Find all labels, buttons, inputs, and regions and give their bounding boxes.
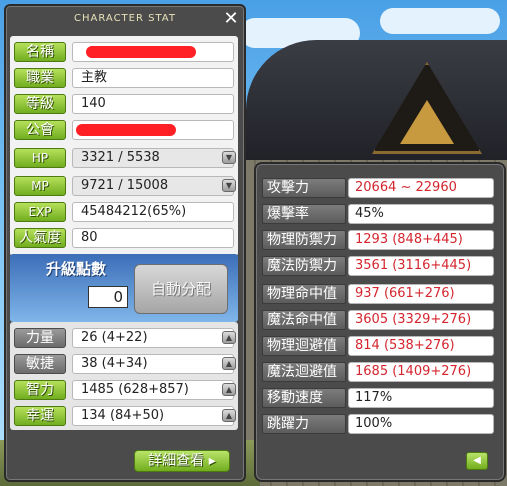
- close-icon[interactable]: ✕: [222, 10, 240, 28]
- value-level: 140: [72, 94, 234, 114]
- detail-value: 117%: [348, 388, 494, 408]
- detail-row-macc: 魔法命中值 3605 (3329+276): [262, 310, 494, 330]
- str-increase-button[interactable]: ▲: [222, 331, 236, 344]
- info-row-job: 職業 主教: [12, 68, 240, 88]
- auto-assign-button[interactable]: 自動分配: [134, 264, 228, 314]
- label-hp: HP: [14, 148, 66, 168]
- detail-row-speed: 移動速度 117%: [262, 388, 494, 408]
- detail-row-wdef: 物理防禦力 1293 (848+445): [262, 230, 494, 250]
- info-row-fame: 人氣度 80: [12, 228, 240, 248]
- detail-value: 3561 (3116+445): [348, 256, 494, 276]
- detail-view-button[interactable]: 詳細查看 ▸: [134, 450, 230, 472]
- info-row-exp: EXP 45484212(65%): [12, 202, 240, 222]
- detail-row-wacc: 物理命中值 937 (661+276): [262, 284, 494, 304]
- detail-label: 魔法迴避值: [262, 362, 346, 382]
- detail-row-wavoid: 物理迴避值 814 (538+276): [262, 336, 494, 356]
- stat-row-str: 力量 26 (4+22) ▲: [12, 328, 240, 348]
- detail-label: 物理迴避值: [262, 336, 346, 356]
- detail-value: 100%: [348, 414, 494, 434]
- info-row-level: 等級 140: [12, 94, 240, 114]
- detail-row-attack: 攻擊力 20664 ~ 22960: [262, 178, 494, 198]
- detail-label: 爆擊率: [262, 204, 346, 224]
- label-dex: 敏捷: [14, 354, 66, 374]
- label-str: 力量: [14, 328, 66, 348]
- detail-value: 45%: [348, 204, 494, 224]
- label-exp: EXP: [14, 202, 66, 222]
- value-fame: 80: [72, 228, 234, 248]
- label-level: 等級: [14, 94, 66, 114]
- detail-value: 20664 ~ 22960: [348, 178, 494, 198]
- stat-row-int: 智力 1485 (628+857) ▲: [12, 380, 240, 400]
- detail-value: 3605 (3329+276): [348, 310, 494, 330]
- detail-label: 魔法防禦力: [262, 256, 346, 276]
- value-dex: 38 (4+34): [72, 354, 234, 374]
- stat-row-dex: 敏捷 38 (4+34) ▲: [12, 354, 240, 374]
- label-job: 職業: [14, 68, 66, 88]
- value-luk: 134 (84+50): [72, 406, 234, 426]
- detail-label: 物理防禦力: [262, 230, 346, 250]
- label-mp: MP: [14, 176, 66, 196]
- detail-value: 1293 (848+445): [348, 230, 494, 250]
- redacted-mark: [76, 124, 176, 136]
- value-hp: 3321 / 5538: [72, 148, 234, 168]
- info-row-name: 名稱: [12, 42, 240, 62]
- detail-label: 攻擊力: [262, 178, 346, 198]
- detail-value: 937 (661+276): [348, 284, 494, 304]
- detail-value: 1685 (1409+276): [348, 362, 494, 382]
- detail-row-mdef: 魔法防禦力 3561 (3116+445): [262, 256, 494, 276]
- redacted-mark: [86, 46, 196, 58]
- detail-row-mavoid: 魔法迴避值 1685 (1409+276): [262, 362, 494, 382]
- value-int: 1485 (628+857): [72, 380, 234, 400]
- label-luk: 幸運: [14, 406, 66, 426]
- ability-point-title: 升級點數: [46, 260, 107, 278]
- detail-label: 魔法命中值: [262, 310, 346, 330]
- hp-increase-button[interactable]: ▼: [222, 151, 236, 164]
- info-row-hp: HP 3321 / 5538 ▼: [12, 148, 240, 168]
- dex-increase-button[interactable]: ▲: [222, 357, 236, 370]
- value-job: 主教: [72, 68, 234, 88]
- label-fame: 人氣度: [14, 228, 66, 248]
- detail-row-crit: 爆擊率 45%: [262, 204, 494, 224]
- label-name: 名稱: [14, 42, 66, 62]
- label-int: 智力: [14, 380, 66, 400]
- stat-row-luk: 幸運 134 (84+50) ▲: [12, 406, 240, 426]
- int-increase-button[interactable]: ▲: [222, 383, 236, 396]
- luk-increase-button[interactable]: ▲: [222, 409, 236, 422]
- info-row-mp: MP 9721 / 15008 ▼: [12, 176, 240, 196]
- mp-increase-button[interactable]: ▼: [222, 179, 236, 192]
- info-row-guild: 公會: [12, 120, 240, 140]
- value-mp: 9721 / 15008: [72, 176, 234, 196]
- detail-label: 移動速度: [262, 388, 346, 408]
- detail-value: 814 (538+276): [348, 336, 494, 356]
- detail-label: 跳躍力: [262, 414, 346, 434]
- cloud: [380, 8, 500, 34]
- value-str: 26 (4+22): [72, 328, 234, 348]
- label-guild: 公會: [14, 120, 66, 140]
- value-exp: 45484212(65%): [72, 202, 234, 222]
- collapse-detail-button[interactable]: ◀: [466, 452, 488, 470]
- window-title: CHARACTER STAT: [74, 13, 176, 24]
- ability-point-value: 0: [88, 286, 128, 308]
- detail-row-jump: 跳躍力 100%: [262, 414, 494, 434]
- detail-label: 物理命中值: [262, 284, 346, 304]
